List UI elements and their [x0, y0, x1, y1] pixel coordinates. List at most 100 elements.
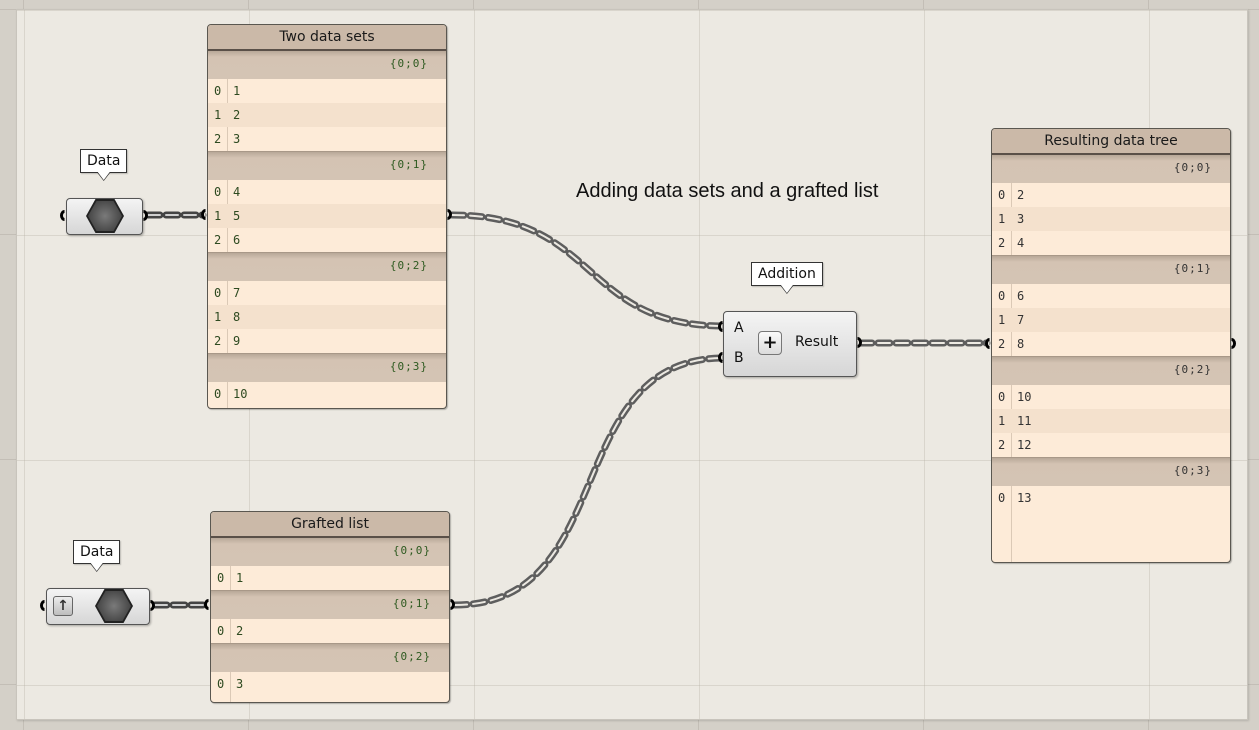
- item-value: 3: [236, 677, 244, 691]
- graft-arrow-up-icon[interactable]: ↑: [53, 596, 73, 616]
- item-value: 11: [1017, 414, 1032, 428]
- item-index: 0: [998, 289, 1006, 303]
- panel-title: Grafted list: [211, 512, 449, 538]
- item-value: 12: [1017, 438, 1032, 452]
- item-index: 2: [214, 132, 222, 146]
- panel-title: Two data sets: [208, 25, 446, 51]
- list-item: 1 11: [992, 409, 1230, 433]
- addition-tag: Addition: [751, 262, 823, 286]
- item-value: 9: [233, 334, 241, 348]
- item-value: 8: [1017, 337, 1025, 351]
- item-value: 10: [1017, 390, 1032, 404]
- list-item: 13: [992, 207, 1230, 231]
- wire-grafted-to-addition-b[interactable]: [451, 354, 728, 609]
- list-item: 03: [211, 672, 449, 696]
- plus-icon: +: [758, 331, 782, 355]
- list-item: 28: [992, 332, 1230, 356]
- list-item: 17: [992, 308, 1230, 332]
- data-param-1[interactable]: [66, 198, 143, 235]
- list-item: 18: [208, 305, 446, 329]
- list-item: 0 10: [208, 382, 446, 406]
- input-b-label[interactable]: B: [734, 350, 744, 366]
- item-index: 1: [214, 108, 222, 122]
- item-value: 2: [233, 108, 241, 122]
- item-index: 0: [998, 491, 1006, 505]
- item-value: 8: [233, 310, 241, 324]
- item-index: 0: [998, 188, 1006, 202]
- item-value: 4: [233, 185, 241, 199]
- item-index: 0: [217, 624, 225, 638]
- list-item: 0 10: [992, 385, 1230, 409]
- item-index: 1: [214, 310, 222, 324]
- item-value: 13: [1017, 491, 1032, 505]
- list-item: 07: [208, 281, 446, 305]
- list-item: 02: [211, 619, 449, 643]
- item-value: 4: [1017, 236, 1025, 250]
- list-item: 0 13: [992, 486, 1230, 510]
- addition-component[interactable]: A B + Result: [723, 311, 857, 377]
- item-value: 1: [236, 571, 244, 585]
- branch-path: {0;2}: [992, 356, 1230, 385]
- item-index: 0: [214, 185, 222, 199]
- item-index: 0: [214, 286, 222, 300]
- canvas-heading: Adding data sets and a grafted list: [576, 180, 879, 202]
- branch-path: {0;0}: [992, 155, 1230, 183]
- item-value: 7: [233, 286, 241, 300]
- output-result-label[interactable]: Result: [795, 334, 838, 350]
- branch-path: {0;3}: [992, 457, 1230, 486]
- item-value: 2: [236, 624, 244, 638]
- item-index: 2: [998, 337, 1006, 351]
- item-index: 1: [998, 414, 1006, 428]
- item-index: 0: [217, 677, 225, 691]
- data-param-2[interactable]: ↑: [46, 588, 150, 625]
- item-value: 3: [1017, 212, 1025, 226]
- panel-title: Resulting data tree: [992, 129, 1230, 155]
- item-value: 1: [233, 84, 241, 98]
- list-item: 23: [208, 127, 446, 151]
- item-value: 5: [233, 209, 241, 223]
- wire-panel-to-addition-a[interactable]: [448, 211, 728, 330]
- panel-resulting-data-tree[interactable]: Resulting data tree {0;0} 0 2 1 3 2 4 {0;1} 0 6 1 7…: [991, 128, 1231, 563]
- input-a-label[interactable]: A: [734, 320, 744, 336]
- branch-path: {0;0}: [208, 51, 446, 79]
- list-item: 2 12: [992, 433, 1230, 457]
- item-value: 7: [1017, 313, 1025, 327]
- item-value: 6: [1017, 289, 1025, 303]
- item-value: 2: [1017, 188, 1025, 202]
- data-tag-2: Data: [73, 540, 121, 564]
- item-index: 2: [998, 236, 1006, 250]
- list-item: 04: [208, 180, 446, 204]
- item-index: 0: [214, 84, 222, 98]
- list-item: 02: [992, 183, 1230, 207]
- list-item: 29: [208, 329, 446, 353]
- list-item: 26: [208, 228, 446, 252]
- item-value: 3: [233, 132, 241, 146]
- branch-path: {0;1}: [208, 151, 446, 180]
- list-item: 15: [208, 204, 446, 228]
- branch-path: {0;0}: [211, 538, 449, 566]
- item-index: 0: [998, 390, 1006, 404]
- branch-path: {0;1}: [211, 590, 449, 619]
- item-index: 2: [998, 438, 1006, 452]
- item-index: 0: [217, 571, 225, 585]
- branch-path: {0;2}: [211, 643, 449, 672]
- list-item: 01: [211, 566, 449, 590]
- item-value: 6: [233, 233, 241, 247]
- branch-path: {0;3}: [208, 353, 446, 382]
- list-item: 06: [992, 284, 1230, 308]
- item-index: 0: [214, 387, 222, 401]
- item-value: 10: [233, 387, 248, 401]
- list-item: 12: [208, 103, 446, 127]
- panel-grafted-list[interactable]: Grafted list {0;0} 0 1 {0;1} 0 2 {0;2} 0 3: [210, 511, 450, 703]
- item-index: 2: [214, 233, 222, 247]
- item-index: 2: [214, 334, 222, 348]
- item-index: 1: [998, 212, 1006, 226]
- list-item: 24: [992, 231, 1230, 255]
- item-index: 1: [998, 313, 1006, 327]
- data-tag-1: Data: [80, 149, 128, 173]
- branch-path: {0;1}: [992, 255, 1230, 284]
- branch-path: {0;2}: [208, 252, 446, 281]
- list-item: 01: [208, 79, 446, 103]
- item-index: 1: [214, 209, 222, 223]
- panel-two-data-sets[interactable]: Two data sets {0;0} 0 1 1 2 2 3 {0;1} 0 4 1 5 2 6 {0;2…: [207, 24, 447, 409]
